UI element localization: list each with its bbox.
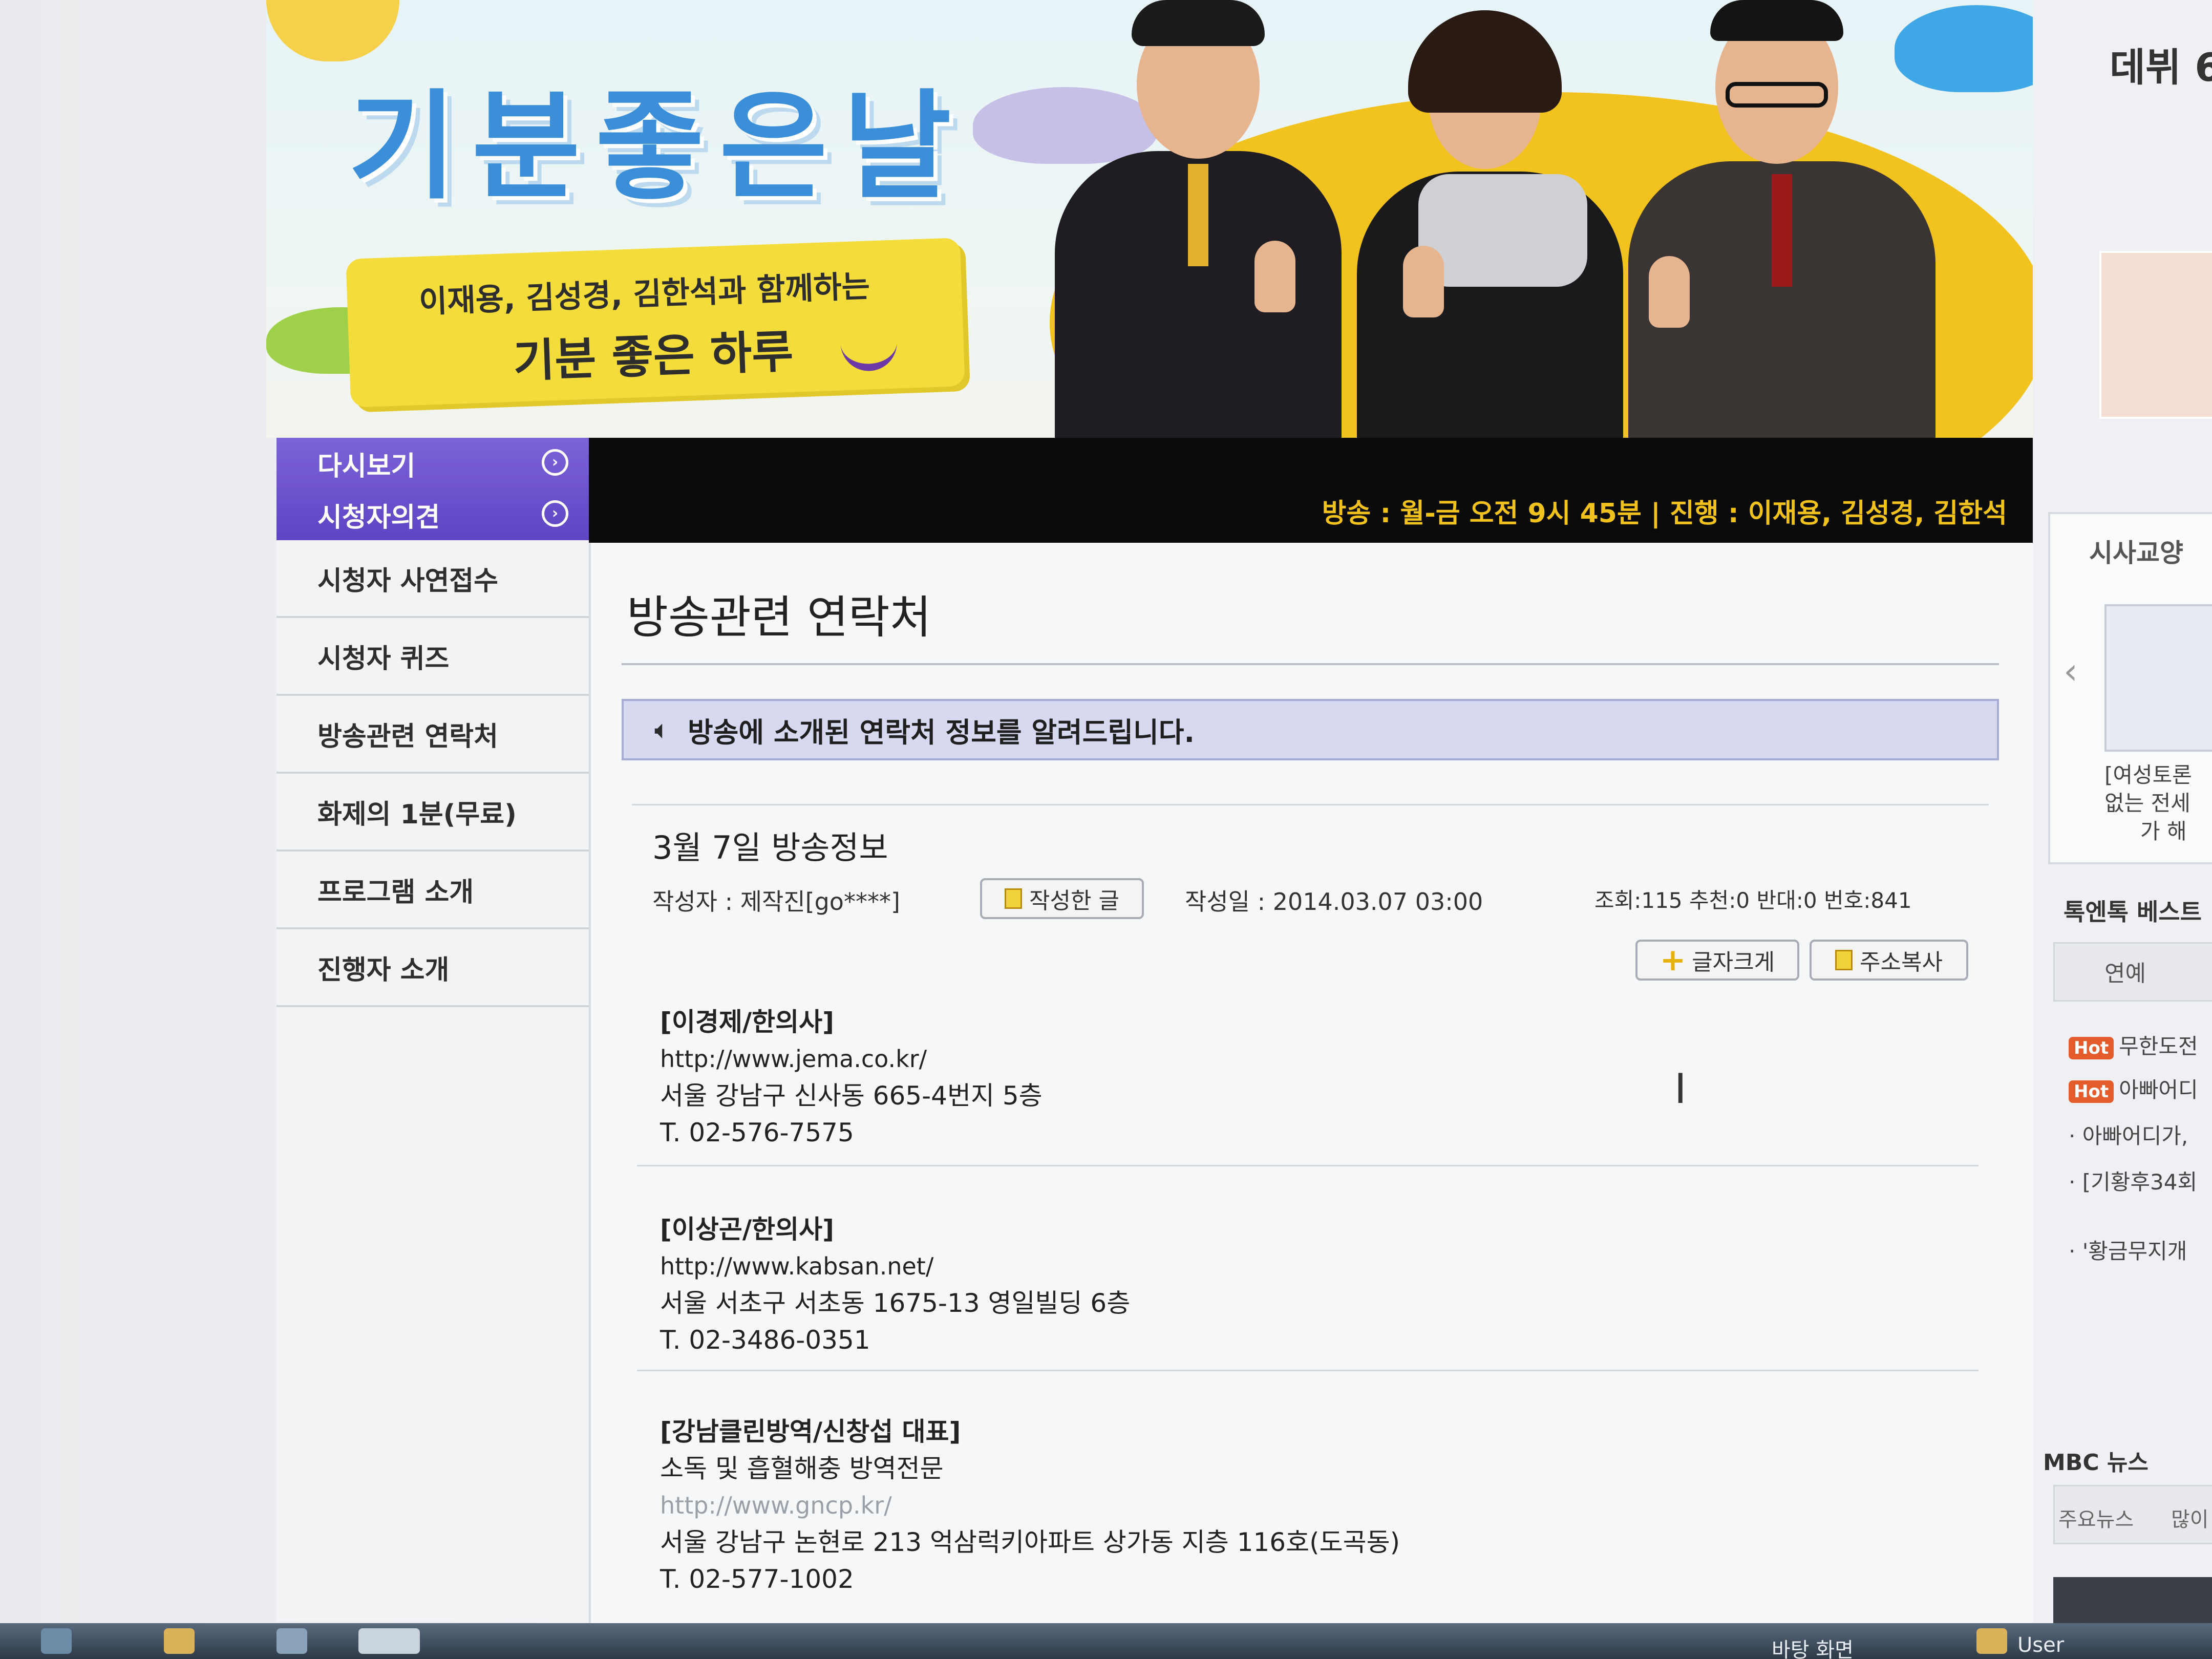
page-title: 방송관련 연락처 [627, 591, 931, 644]
document-icon [1005, 888, 1023, 909]
menu-broadcast-contacts[interactable]: 방송관련 연락처 [276, 696, 594, 774]
sidebar-photo[interactable] [2099, 251, 2212, 419]
start-icon[interactable] [41, 1628, 72, 1654]
sidebar-section-title: 톡엔톡 베스트 [2064, 898, 2202, 926]
divider [637, 1165, 1979, 1166]
post-date: 작성일 : 2014.03.07 03:00 [1185, 888, 1483, 916]
left-menu: 다시보기 › 시청자의견 › 시청자 사연접수 시청자 퀴즈 방송관련 연락처 … [276, 438, 594, 1622]
sidebar-thumbnail[interactable] [2104, 604, 2212, 752]
button-label: 작성한 글 [1029, 888, 1119, 914]
user-folder-icon[interactable] [1976, 1628, 2007, 1654]
contact-description: 소독 및 흡혈해충 방역전문 [660, 1454, 944, 1483]
tab-entertainment[interactable]: 연예 [2104, 955, 2146, 988]
contact-entry: [이경제/한의사] http://www.jema.co.kr/ 서울 강남구 … [660, 1004, 1043, 1151]
notice-bar: 🔈︎ 방송에 소개된 연락처 정보를 알려드립니다. [622, 699, 1999, 760]
sidebar-caption[interactable]: 없는 전세 [2104, 786, 2190, 817]
notice-text: 방송에 소개된 연락처 정보를 알려드립니다. [688, 716, 1195, 749]
sidebar-list-item[interactable]: · '황금무지개 [2069, 1234, 2187, 1265]
sidebar-headline: 데뷔 6 [2110, 45, 2212, 90]
menu-filler [276, 1007, 594, 1622]
post-author: 작성자 : 제작진[go****] [652, 888, 900, 916]
folder-icon[interactable] [164, 1628, 195, 1654]
program-banner: 기분좋은날 이재용, 김성경, 김한석과 함께하는 기분 좋은 하루 [266, 0, 2058, 438]
main-content: 방송관련 연락처 🔈︎ 방송에 소개된 연락처 정보를 알려드립니다. 3월 7… [589, 543, 2035, 1659]
contact-name: [강남클린방역/신창섭 대표] [660, 1417, 961, 1447]
contact-entry: [이상곤/한의사] http://www.kabsan.net/ 서울 서초구 … [660, 1211, 1130, 1358]
menu-label: 시청자의견 [317, 502, 440, 533]
contact-phone: T. 02-3486-0351 [660, 1325, 870, 1355]
button-label: 주소복사 [1860, 949, 1943, 975]
sidebar-caption[interactable]: 가 해 [2140, 814, 2187, 845]
menu-story-submit[interactable]: 시청자 사연접수 [276, 540, 594, 618]
sidebar-list-item[interactable]: · 아빠어디가, [2069, 1119, 2188, 1150]
desktop-label[interactable]: 바탕 화면 [1772, 1633, 1854, 1659]
contact-entry: [강남클린방역/신창섭 대표] 소독 및 흡혈해충 방역전문 http://ww… [660, 1413, 1400, 1598]
contact-address: 서울 강남구 논현로 213 억삼럭키아파트 상가동 지층 116호(도곡동) [660, 1527, 1400, 1557]
button-label: 글자크게 [1692, 949, 1775, 975]
contact-name: [이경제/한의사] [660, 1007, 834, 1037]
tab-main-news[interactable]: 주요뉴스 [2058, 1503, 2134, 1533]
tagline-box: 이재용, 김성경, 김한석과 함께하는 기분 좋은 하루 [346, 238, 965, 408]
browser-icon[interactable] [358, 1628, 420, 1654]
contact-address: 서울 강남구 신사동 665-4번지 5층 [660, 1081, 1043, 1111]
smile-icon [839, 316, 898, 372]
font-larger-button[interactable]: + 글자크게 [1635, 940, 1799, 981]
contact-phone: T. 02-576-7575 [660, 1118, 854, 1147]
sidebar-list-item[interactable]: Hot 아빠어디 [2069, 1073, 2198, 1104]
news-title: MBC 뉴스 [2043, 1450, 2149, 1476]
contact-url[interactable]: http://www.gncp.kr/ [660, 1487, 1400, 1524]
sidebar-list-item[interactable]: Hot 무한도전 [2069, 1029, 2198, 1060]
tab-most-viewed[interactable]: 많이 [2171, 1503, 2209, 1533]
post-title: 3월 7일 방송정보 [652, 829, 888, 866]
logo-text: 기분좋은날 [348, 79, 967, 216]
contact-url[interactable]: http://www.jema.co.kr/ [660, 1040, 1043, 1077]
divider [632, 804, 1989, 805]
sidebar-list-item[interactable]: · [기황후34회 [2069, 1165, 2197, 1196]
broadcast-bar: 방송 : 월-금 오전 9시 45분 | 진행 : 이재용, 김성경, 김한석 [589, 438, 2033, 543]
program-logo[interactable]: 기분좋은날 [328, 41, 1045, 225]
windows-taskbar [0, 1623, 2212, 1659]
tagline-line1: 이재용, 김성경, 김한석과 함께하는 [418, 268, 871, 321]
chevron-right-icon: › [542, 500, 568, 527]
chevron-left-icon[interactable]: ‹ [2064, 650, 2078, 692]
app-icon[interactable] [276, 1628, 307, 1654]
right-sidebar: 데뷔 6 시사교양 ‹ [여성토론 없는 전세 가 해 톡엔톡 베스트 연예 H… [2033, 0, 2212, 1659]
sidebar-caption[interactable]: [여성토론 [2104, 758, 2192, 789]
contact-address: 서울 서초구 서초동 1675-13 영일빌딩 6층 [660, 1288, 1131, 1318]
chevron-right-icon: › [542, 449, 568, 476]
contact-name: [이상곤/한의사] [660, 1215, 834, 1244]
news-thumbnail[interactable] [2053, 1577, 2212, 1623]
menu-purple-group: 다시보기 › 시청자의견 › [276, 438, 594, 540]
speaker-icon: 🔈︎ [654, 714, 670, 745]
contact-phone: T. 02-577-1002 [660, 1564, 854, 1594]
hot-badge: Hot [2069, 1080, 2114, 1103]
broadcast-schedule: 방송 : 월-금 오전 9시 45분 | 진행 : 이재용, 김성경, 김한석 [1322, 498, 2007, 529]
copy-icon [1835, 950, 1853, 970]
menu-label: 다시보기 [317, 451, 416, 482]
sidebar-section-title: 시사교양 [2089, 538, 2183, 568]
text-cursor-icon: I [1674, 1065, 1687, 1113]
plus-icon: + [1660, 942, 1686, 978]
tagline-line2: 기분 좋은 하루 [512, 325, 794, 388]
written-posts-button[interactable]: 작성한 글 [980, 878, 1144, 919]
menu-viewer-opinion[interactable]: 시청자의견 › [276, 489, 594, 540]
title-divider [622, 663, 1999, 665]
menu-program-intro[interactable]: 프로그램 소개 [276, 852, 594, 929]
contact-url[interactable]: http://www.kabsan.net/ [660, 1248, 1130, 1285]
post-stats: 조회:115 추천:0 반대:0 번호:841 [1594, 888, 1912, 913]
menu-replay[interactable]: 다시보기 › [276, 438, 594, 489]
menu-hot-1min[interactable]: 화제의 1분(무료) [276, 774, 594, 852]
menu-host-intro[interactable]: 진행자 소개 [276, 929, 594, 1007]
divider [637, 1370, 1979, 1371]
copy-address-button[interactable]: 주소복사 [1810, 940, 1968, 981]
hot-badge: Hot [2069, 1037, 2114, 1059]
menu-viewer-quiz[interactable]: 시청자 퀴즈 [276, 618, 594, 696]
browser-page: 기분좋은날 이재용, 김성경, 김한석과 함께하는 기분 좋은 하루 다시보기 … [0, 0, 2212, 1659]
user-label[interactable]: User [2017, 1633, 2064, 1657]
